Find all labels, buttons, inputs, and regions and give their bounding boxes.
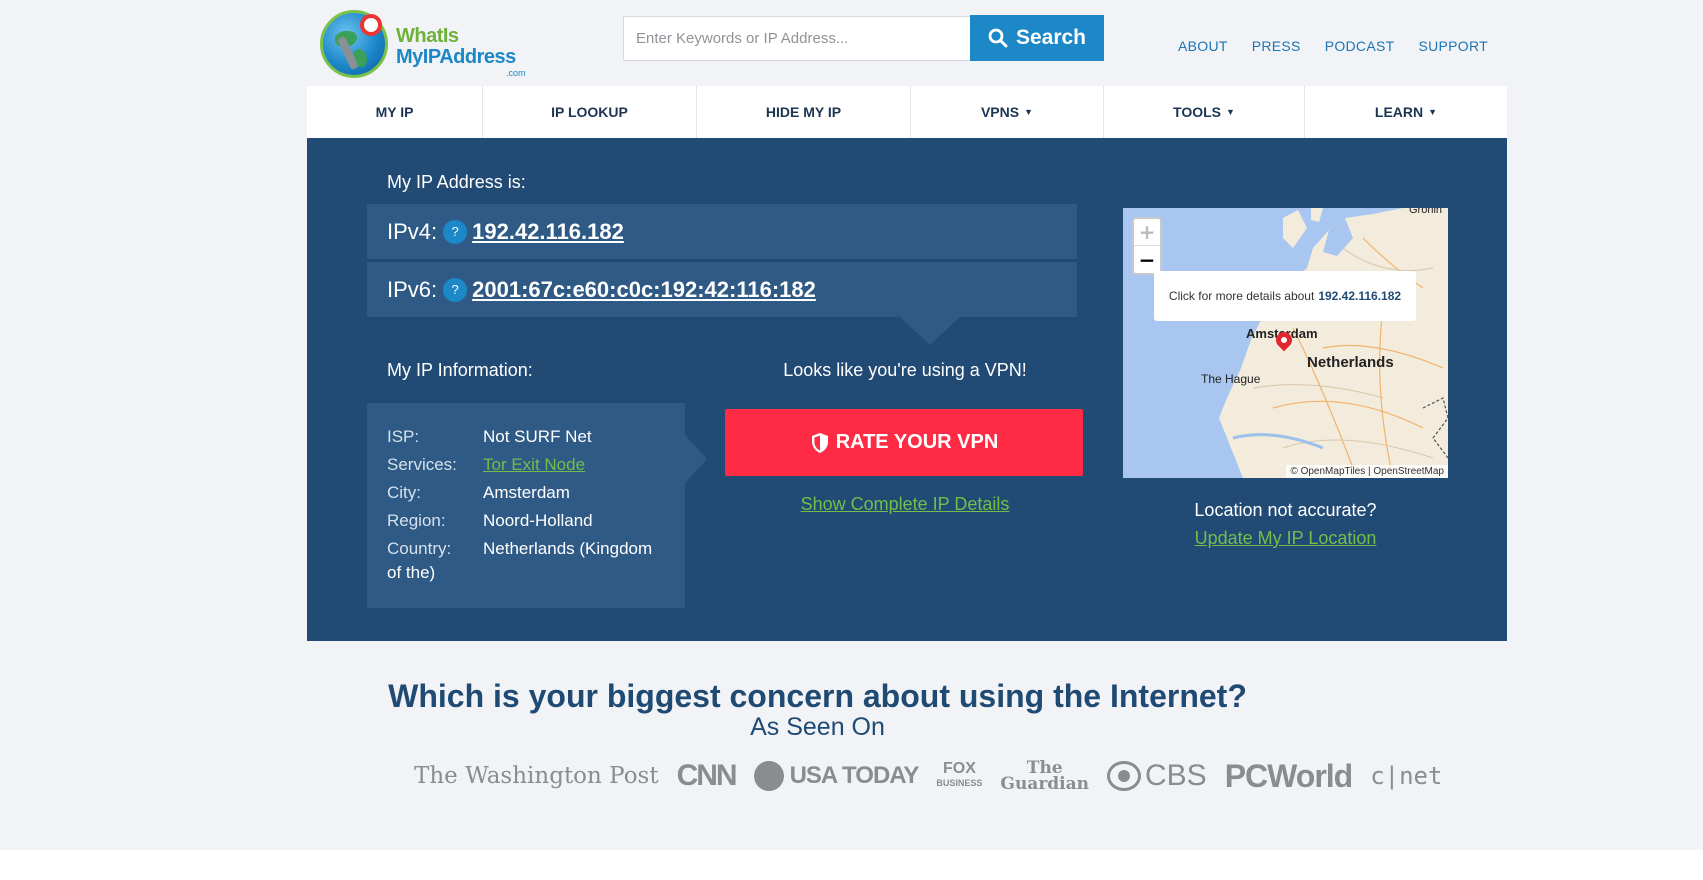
isp-value: Not SURF Net xyxy=(483,427,592,446)
map-label-netherlands: Netherlands xyxy=(1307,354,1394,371)
top-links: ABOUT PRESS PODCAST SUPPORT xyxy=(1178,38,1488,54)
search-button-label: Search xyxy=(1015,26,1087,49)
search-icon xyxy=(988,28,1008,48)
logo-text-line2: MyIPAddress xyxy=(396,46,516,68)
ipv6-label: IPv6: xyxy=(387,276,438,302)
link-support[interactable]: SUPPORT xyxy=(1418,38,1488,54)
map-attribution[interactable]: © OpenMapTiles | OpenStreetMap xyxy=(1286,465,1448,478)
main-nav: MY IP IP LOOKUP HIDE MY IP VPNS ▼ TOOLS ▼ … xyxy=(307,86,1507,138)
info-key: ISP: xyxy=(387,427,420,446)
zoom-out-button[interactable]: − xyxy=(1134,246,1160,273)
nav-item-learn[interactable]: LEARN ▼ xyxy=(1305,86,1507,138)
country-value-continued: of the) xyxy=(387,563,436,582)
fox-business-logo: FOX BUSINESS xyxy=(936,761,982,791)
usa-today-dot-icon xyxy=(753,761,784,791)
nav-item-hide-my-ip[interactable]: HIDE MY IP xyxy=(697,86,911,138)
link-podcast[interactable]: PODCAST xyxy=(1325,38,1395,54)
rate-button-label: RATE YOUR VPN xyxy=(835,431,999,453)
location-map[interactable]: + − Click for more details about 192.42.1… xyxy=(1123,208,1448,478)
cnn-logo: CNN xyxy=(676,759,738,792)
concern-heading: Which is your biggest concern about usin… xyxy=(388,678,1247,714)
help-icon[interactable]: ? xyxy=(443,277,468,302)
search-input[interactable] xyxy=(623,16,971,61)
shield-icon xyxy=(811,432,828,453)
nav-item-ip-lookup[interactable]: IP LOOKUP xyxy=(483,86,697,138)
ip-heading: My IP Address is: xyxy=(387,172,526,192)
link-press[interactable]: PRESS xyxy=(1252,38,1301,54)
caret-down-icon: ▼ xyxy=(1226,107,1235,117)
ipv6-row: IPv6: ? 2001:67c:e60:c0c:192:42:116:182 xyxy=(367,262,1077,317)
services-link[interactable]: Tor Exit Node xyxy=(483,451,585,479)
cbs-logo: CBS xyxy=(1107,759,1207,793)
pcworld-logo: PCWorld xyxy=(1224,757,1354,794)
country-value: Netherlands (Kingdom xyxy=(483,539,653,558)
caret-down-icon: ▼ xyxy=(1428,107,1438,117)
ip-info-box: ISP: Not SURF Net Services: Tor Exit Node … xyxy=(367,403,685,608)
location-question: Location not accurate? xyxy=(1194,500,1377,520)
site-logo[interactable]: WhatIs MyIPAddress .com xyxy=(320,10,540,82)
map-zoom-control: + − xyxy=(1132,217,1162,275)
cbs-eye-icon xyxy=(1107,761,1141,791)
region-value: Noord-Holland xyxy=(483,511,593,530)
info-row-region: Region: Noord-Holland xyxy=(387,507,665,535)
ipv6-value[interactable]: 2001:67c:e60:c0c:192:42:116:182 xyxy=(472,277,816,303)
info-heading: My IP Information: xyxy=(387,360,533,380)
guardian-text-2: Guardian xyxy=(1000,774,1089,794)
search-button[interactable]: Search xyxy=(970,15,1104,61)
logo-text-domain: .com xyxy=(506,68,526,78)
nav-item-my-ip[interactable]: MY IP xyxy=(307,86,483,138)
show-complete-ip-details-link[interactable]: Show Complete IP Details xyxy=(725,494,1085,515)
info-row-city: City: Amsterdam xyxy=(387,479,665,507)
fox-text: FOX xyxy=(942,760,976,777)
info-key: Services: xyxy=(387,455,457,474)
link-about[interactable]: ABOUT xyxy=(1178,38,1228,54)
rate-your-vpn-button[interactable]: RATE YOUR VPN xyxy=(725,409,1083,476)
as-seen-on-heading: As Seen On xyxy=(750,713,885,741)
fox-subtext: BUSINESS xyxy=(936,778,983,788)
nav-label: VPNS xyxy=(980,104,1020,120)
info-key: Region: xyxy=(387,511,446,530)
info-row-country: Country: Netherlands (Kingdom of the) xyxy=(387,537,665,585)
logo-text-line1: WhatIs xyxy=(396,25,459,47)
location-pin-icon xyxy=(360,14,382,36)
info-arrow xyxy=(685,435,707,483)
nav-label: TOOLS xyxy=(1173,104,1222,120)
press-logos: The Washington Post CNN USA TODAY FOX BUS… xyxy=(414,754,1442,798)
map-label-the-hague: The Hague xyxy=(1201,372,1261,386)
popup-text: Click for more details about xyxy=(1168,289,1315,303)
usa-today-logo: USA TODAY xyxy=(753,761,920,791)
map-popup[interactable]: Click for more details about 192.42.116.1… xyxy=(1154,271,1416,321)
guardian-logo: The Guardian xyxy=(1000,760,1089,794)
panel-notch xyxy=(900,317,960,345)
washington-post-logo: The Washington Post xyxy=(414,763,659,789)
nav-item-tools[interactable]: TOOLS ▼ xyxy=(1104,86,1305,138)
vpn-notice: Looks like you're using a VPN! xyxy=(783,360,1027,380)
ipv4-label: IPv4: xyxy=(387,218,438,244)
nav-item-vpns[interactable]: VPNS ▼ xyxy=(911,86,1104,138)
nav-label: MY IP xyxy=(375,104,414,120)
update-my-ip-location-link[interactable]: Update My IP Location xyxy=(1123,528,1448,549)
page-footer-strip xyxy=(0,850,1703,880)
nav-label: HIDE MY IP xyxy=(765,104,842,120)
info-row-isp: ISP: Not SURF Net xyxy=(387,423,665,451)
ipv4-row: IPv4: ? 192.42.116.182 xyxy=(367,204,1077,259)
ip-hero-panel: My IP Address is: IPv4: ? 192.42.116.182… xyxy=(307,138,1507,641)
popup-ip: 192.42.116.182 xyxy=(1318,289,1402,303)
map-label-groningen: Gronin xyxy=(1409,208,1443,216)
nav-label: IP LOOKUP xyxy=(551,104,628,120)
city-value: Amsterdam xyxy=(483,483,570,502)
cnet-logo: c|net xyxy=(1370,762,1443,790)
info-key: City: xyxy=(387,483,421,502)
usa-today-text: USA TODAY xyxy=(789,762,920,789)
cbs-text: CBS xyxy=(1145,759,1207,792)
help-icon[interactable]: ? xyxy=(443,219,468,244)
ipv4-value[interactable]: 192.42.116.182 xyxy=(472,219,624,245)
nav-label: LEARN xyxy=(1374,104,1424,120)
caret-down-icon: ▼ xyxy=(1024,107,1034,117)
zoom-in-button[interactable]: + xyxy=(1134,219,1160,246)
info-key: Country: xyxy=(387,539,452,558)
info-row-services: Services: Tor Exit Node xyxy=(387,451,665,479)
